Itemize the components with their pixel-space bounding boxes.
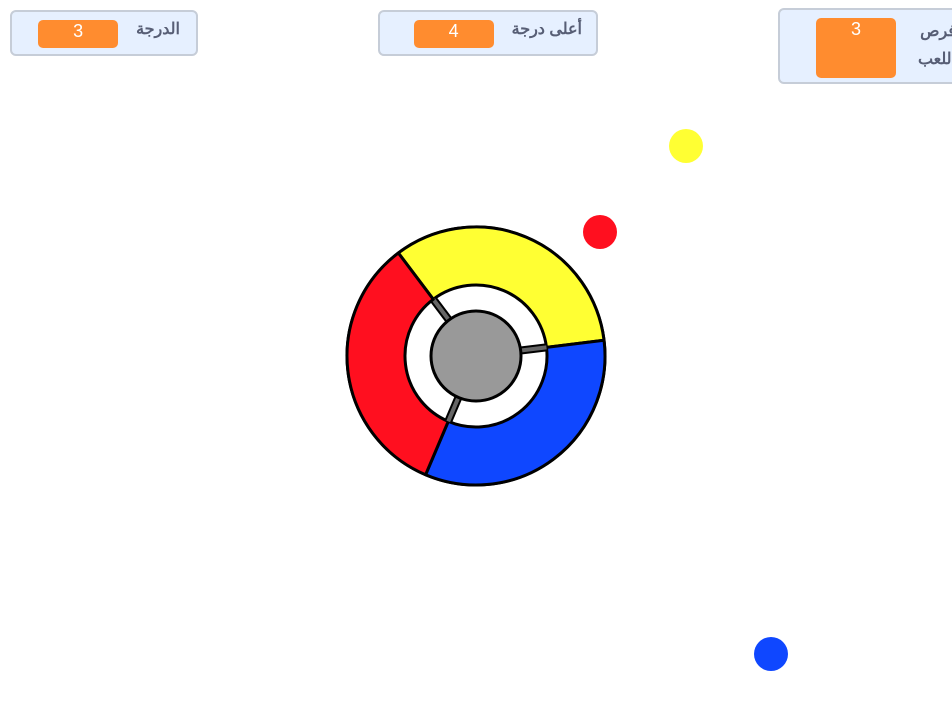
yellow-ball: [669, 129, 703, 163]
red-ball: [583, 215, 617, 249]
game-stage[interactable]: [0, 0, 952, 710]
color-wheel[interactable]: [345, 225, 607, 487]
wheel-hub: [429, 309, 523, 403]
blue-ball: [754, 637, 788, 671]
